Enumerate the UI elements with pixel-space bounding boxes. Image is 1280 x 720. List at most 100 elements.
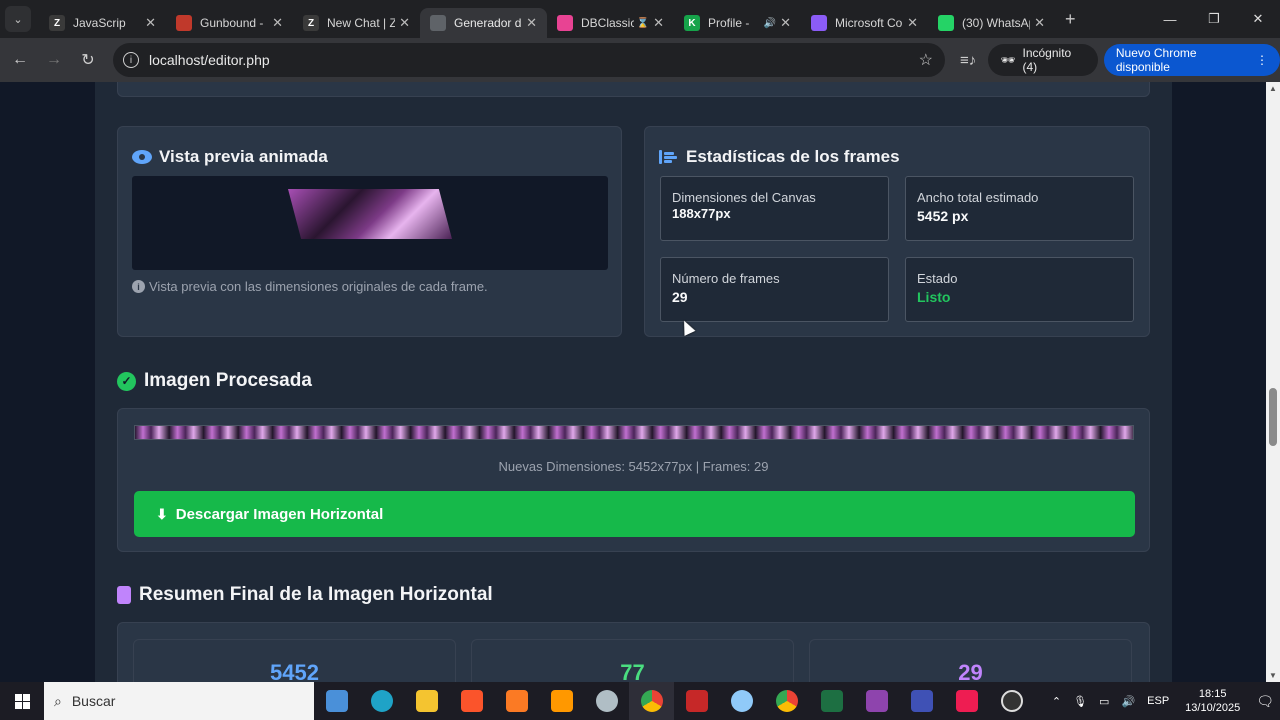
stat-value: 188x77px bbox=[672, 206, 731, 221]
language-indicator[interactable]: ESP bbox=[1147, 695, 1169, 707]
stat-total-width: Ancho total estimado 5452 px bbox=[905, 176, 1134, 241]
chrome-icon[interactable] bbox=[629, 682, 674, 720]
incognito-indicator[interactable]: 🕶 Incógnito (4) bbox=[988, 44, 1098, 76]
edge-icon[interactable] bbox=[359, 682, 404, 720]
chrome-profile-icon[interactable] bbox=[764, 682, 809, 720]
forward-button[interactable]: → bbox=[37, 43, 71, 77]
browser-tab[interactable]: Generador d ✕ bbox=[420, 8, 547, 38]
tab-close-icon[interactable]: ✕ bbox=[145, 15, 156, 31]
site-info-icon[interactable]: i bbox=[123, 52, 139, 68]
start-button[interactable] bbox=[0, 682, 44, 720]
tab-close-icon[interactable]: ✕ bbox=[272, 15, 283, 31]
processed-card: Nuevas Dimensiones: 5452x77px | Frames: … bbox=[117, 408, 1150, 552]
tab-title: (30) WhatsAp bbox=[962, 16, 1031, 30]
browser-tab[interactable]: Microsoft Co ✕ bbox=[801, 8, 928, 38]
media-controls-icon[interactable]: ≡♪ bbox=[960, 52, 976, 69]
hourglass-icon: ⌛ bbox=[636, 17, 650, 29]
window-controls: — ❐ ✕ bbox=[1148, 0, 1280, 38]
tab-close-icon[interactable]: ✕ bbox=[907, 15, 918, 31]
restore-button[interactable]: ❐ bbox=[1192, 0, 1236, 38]
tab-title: JavaScrip bbox=[73, 16, 126, 30]
tab-close-icon[interactable]: ✕ bbox=[780, 15, 791, 31]
download-icon: ⬇ bbox=[156, 505, 168, 522]
new-dimensions-text: Nuevas Dimensiones: 5452x77px | Frames: … bbox=[498, 459, 769, 474]
stat-label: Estado bbox=[917, 271, 958, 286]
tray-overflow-icon[interactable]: ⌃ bbox=[1052, 695, 1061, 708]
address-bar[interactable]: i localhost/editor.php ☆ bbox=[113, 43, 945, 77]
chrome-update-button[interactable]: Nuevo Chrome disponible ⋮ bbox=[1103, 44, 1280, 76]
scroll-up-arrow-icon[interactable]: ▲ bbox=[1269, 84, 1277, 93]
tab-close-icon[interactable]: ✕ bbox=[653, 15, 664, 31]
animated-preview-image bbox=[288, 189, 452, 239]
browser-tab[interactable]: Z New Chat | Z ✕ bbox=[293, 8, 420, 38]
processed-section-title: ✓ Imagen Procesada bbox=[117, 370, 312, 392]
bookmark-star-icon[interactable]: ☆ bbox=[919, 50, 933, 70]
preview-title-text: Vista previa animada bbox=[159, 147, 328, 166]
preview-canvas bbox=[132, 176, 608, 270]
tab-title: Generador d bbox=[454, 16, 522, 30]
scrollbar-thumb[interactable] bbox=[1269, 388, 1277, 446]
remote-desktop-icon[interactable] bbox=[899, 682, 944, 720]
brave-icon[interactable] bbox=[449, 682, 494, 720]
tab-title: DBClassic bbox=[581, 16, 634, 30]
close-window-button[interactable]: ✕ bbox=[1236, 0, 1280, 38]
game-icon[interactable] bbox=[584, 682, 629, 720]
browser-tab[interactable]: Gunbound - ✕ bbox=[166, 8, 293, 38]
tab-close-icon[interactable]: ✕ bbox=[526, 15, 537, 31]
url-text: localhost/editor.php bbox=[149, 52, 270, 68]
windows-logo-icon bbox=[14, 693, 30, 709]
horizontal-sprite-strip bbox=[134, 425, 1134, 440]
xampp-icon[interactable] bbox=[494, 682, 539, 720]
minimize-button[interactable]: — bbox=[1148, 0, 1192, 38]
page-viewport: Vista previa animada i Vista previa con … bbox=[0, 82, 1266, 682]
file-explorer-icon[interactable] bbox=[404, 682, 449, 720]
download-horizontal-button[interactable]: ⬇ Descargar Imagen Horizontal bbox=[134, 491, 1135, 537]
processed-title-text: Imagen Procesada bbox=[144, 370, 312, 391]
search-icon: ⌕ bbox=[54, 692, 62, 709]
microphone-icon[interactable]: 🎙 bbox=[1073, 695, 1087, 708]
tab-close-icon[interactable]: ✕ bbox=[1034, 15, 1045, 31]
tiktok-icon[interactable] bbox=[944, 682, 989, 720]
stat-value: 29 bbox=[672, 289, 688, 305]
tab-favicon-icon: K bbox=[684, 15, 700, 31]
browser-tab[interactable]: DBClassic ⌛ ✕ bbox=[547, 8, 674, 38]
reload-button[interactable]: ↻ bbox=[71, 43, 105, 77]
clock-date: 13/10/2025 bbox=[1185, 702, 1241, 714]
bar-chart-icon bbox=[659, 149, 677, 165]
taskbar-app-explorer-widget[interactable] bbox=[314, 682, 359, 720]
taskbar-search[interactable]: ⌕ Buscar bbox=[44, 682, 314, 720]
paint-icon[interactable] bbox=[719, 682, 764, 720]
tab-search-button[interactable]: ⌄ bbox=[5, 6, 31, 32]
browser-tab-strip: ⌄ Z JavaScrip ✕ Gunbound - ✕ Z New Chat | Z ✕ Ge… bbox=[0, 0, 1280, 38]
excel-icon[interactable] bbox=[809, 682, 854, 720]
page-scrollbar[interactable]: ▲ ▼ bbox=[1266, 82, 1280, 682]
obs-icon[interactable] bbox=[989, 682, 1034, 720]
browser-tab[interactable]: (30) WhatsAp ✕ bbox=[928, 8, 1055, 38]
stats-card: Estadísticas de los frames Dimensiones d… bbox=[644, 126, 1150, 337]
new-tab-button[interactable]: + bbox=[1065, 9, 1076, 30]
previous-section-card bbox=[117, 82, 1150, 97]
sublime-text-icon[interactable] bbox=[539, 682, 584, 720]
preview-title: Vista previa animada bbox=[132, 147, 328, 167]
game-launcher-icon[interactable] bbox=[674, 682, 719, 720]
tab-favicon-icon: Z bbox=[49, 15, 65, 31]
tab-list: Z JavaScrip ✕ Gunbound - ✕ Z New Chat | Z ✕ Gene… bbox=[39, 0, 1055, 38]
windows-taskbar: ⌕ Buscar ⌃ 🎙 ▭ 🔊 ESP 18:15 13/10/2025 🗨 bbox=[0, 682, 1280, 720]
browser-tab[interactable]: K Profile - 🔊 ✕ bbox=[674, 8, 801, 38]
volume-icon[interactable]: 🔊 bbox=[1121, 695, 1135, 708]
tab-close-icon[interactable]: ✕ bbox=[399, 15, 410, 31]
notifications-icon[interactable]: 🗨 bbox=[1256, 693, 1274, 710]
back-button[interactable]: ← bbox=[3, 43, 37, 77]
stat-frame-count: Número de frames 29 bbox=[660, 257, 889, 322]
battery-icon[interactable]: ▭ bbox=[1099, 695, 1109, 708]
visual-studio-icon[interactable] bbox=[854, 682, 899, 720]
tab-title: New Chat | Z bbox=[327, 16, 396, 30]
tab-title: Profile - bbox=[708, 16, 750, 30]
browser-tab[interactable]: Z JavaScrip ✕ bbox=[39, 8, 166, 38]
clock[interactable]: 18:15 13/10/2025 bbox=[1185, 687, 1240, 715]
tab-audio-icon[interactable]: 🔊 bbox=[764, 18, 776, 29]
scroll-down-arrow-icon[interactable]: ▼ bbox=[1269, 671, 1277, 680]
more-menu-icon[interactable]: ⋮ bbox=[1256, 53, 1268, 67]
status-value: Listo bbox=[917, 289, 951, 305]
tab-favicon-icon bbox=[811, 15, 827, 31]
